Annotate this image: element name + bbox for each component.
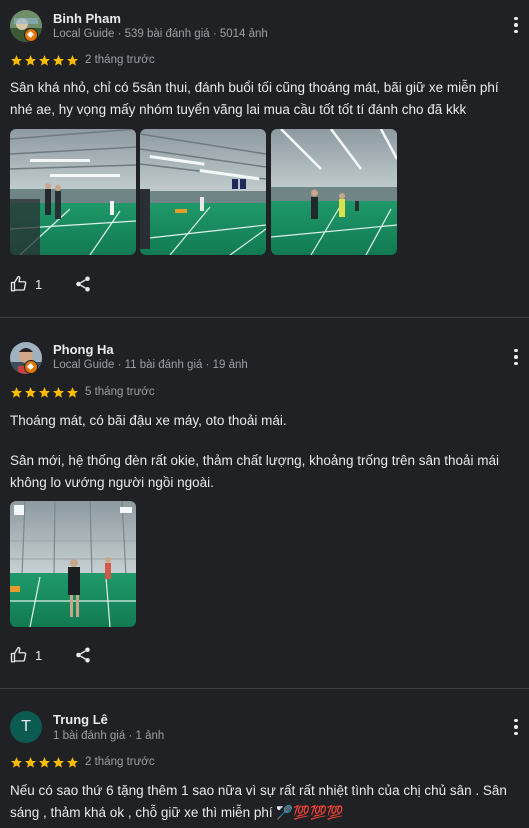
- star-icon: [66, 756, 79, 769]
- star-icon: [52, 756, 65, 769]
- local-guide-badge-icon: [24, 28, 38, 42]
- author-name[interactable]: Binh Pham: [53, 11, 121, 26]
- star-icon: [66, 386, 79, 399]
- more-vert-icon[interactable]: [508, 14, 524, 36]
- review-text: Sân khá nhỏ, chỉ có 5sân thui, đánh buổi…: [10, 80, 499, 117]
- star-icon: [24, 756, 37, 769]
- review-photo[interactable]: [271, 129, 397, 255]
- thumbs-up-icon: [10, 275, 28, 293]
- share-icon[interactable]: [74, 646, 92, 664]
- review-card: T Trung Lê 1 bài đánh giá · 1 ảnh 2 thán…: [0, 689, 529, 828]
- star-icon: [10, 756, 23, 769]
- more-vert-icon[interactable]: [508, 346, 524, 368]
- star-icon: [38, 756, 51, 769]
- star-icon: [38, 54, 51, 67]
- star-icon: [24, 54, 37, 67]
- star-icon: [10, 386, 23, 399]
- review-date: 2 tháng trước: [85, 54, 155, 66]
- like-button[interactable]: 1: [10, 646, 42, 664]
- star-rating: [10, 54, 79, 67]
- local-guide-badge-icon: [24, 360, 38, 374]
- review-text: Nếu có sao thứ 6 tặng thêm 1 sao nữa vì …: [10, 783, 507, 820]
- star-icon: [52, 54, 65, 67]
- review-date: 2 tháng trước: [85, 756, 155, 768]
- review-photo[interactable]: [140, 129, 266, 255]
- author-meta: 1 bài đánh giá · 1 ảnh: [53, 730, 165, 742]
- like-count: 1: [35, 276, 43, 292]
- like-count: 1: [35, 647, 43, 663]
- review-text-paragraph-2: Sân mới, hệ thống đèn rất okie, thảm chấ…: [10, 453, 500, 490]
- star-icon: [24, 386, 37, 399]
- author-name[interactable]: Trung Lê: [53, 712, 108, 727]
- star-rating: [10, 756, 79, 769]
- more-vert-icon[interactable]: [508, 716, 524, 738]
- star-icon: [66, 54, 79, 67]
- author-name[interactable]: Phong Ha: [53, 342, 114, 357]
- review-photo[interactable]: [10, 129, 136, 255]
- star-rating: [10, 386, 79, 399]
- avatar-letter: T: [21, 718, 31, 735]
- review-date: 5 tháng trước: [85, 386, 155, 398]
- review-text-paragraph-1: Thoáng mát, có bãi đậu xe máy, oto thoải…: [10, 413, 287, 428]
- review-card: Phong Ha Local Guide · 11 bài đánh giá ·…: [0, 318, 529, 688]
- star-icon: [10, 54, 23, 67]
- like-button[interactable]: 1: [10, 275, 42, 293]
- share-icon[interactable]: [74, 275, 92, 293]
- avatar[interactable]: T: [10, 711, 42, 743]
- author-meta: Local Guide · 539 bài đánh giá · 5014 ản…: [53, 28, 268, 40]
- review-photo[interactable]: [10, 501, 136, 627]
- author-meta: Local Guide · 11 bài đánh giá · 19 ảnh: [53, 359, 248, 371]
- thumbs-up-icon: [10, 646, 28, 664]
- star-icon: [38, 386, 51, 399]
- review-card: Binh Pham Local Guide · 539 bài đánh giá…: [0, 0, 529, 317]
- star-icon: [52, 386, 65, 399]
